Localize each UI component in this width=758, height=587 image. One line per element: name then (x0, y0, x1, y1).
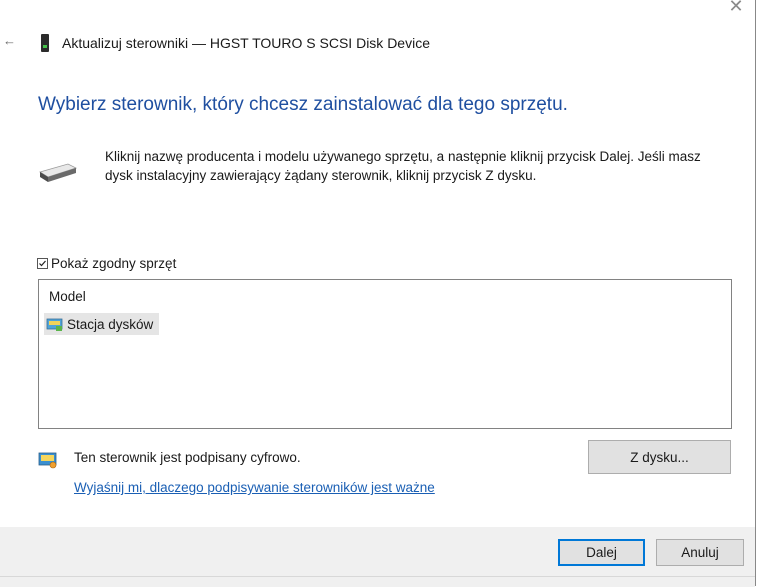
model-item-label: Stacja dysków (67, 316, 154, 332)
show-compatible-checkbox[interactable] (37, 257, 48, 269)
window-bottom-edge (0, 576, 755, 587)
model-list-item[interactable]: Stacja dysków (44, 313, 160, 335)
signed-driver-text: Ten sterownik jest podpisany cyfrowo. (74, 450, 301, 465)
update-drivers-dialog: ✕ ← Aktualizuj sterowniki — HGST TOURO S… (0, 0, 756, 587)
show-compatible-label: Pokaż zgodny sprzęt (51, 255, 177, 271)
signed-driver-icon (38, 452, 57, 469)
window-title: Aktualizuj sterowniki — HGST TOURO S SCS… (62, 35, 430, 51)
have-disk-button[interactable]: Z dysku... (588, 440, 731, 474)
cancel-button[interactable]: Anuluj (656, 539, 744, 566)
checkmark-icon (39, 260, 46, 266)
back-arrow-icon[interactable]: ← (3, 33, 17, 49)
close-icon[interactable]: ✕ (727, 0, 745, 15)
disk-drive-icon (46, 318, 63, 331)
next-button[interactable]: Dalej (558, 539, 645, 566)
page-heading: Wybierz sterownik, który chcesz zainstal… (38, 94, 568, 115)
disk-device-icon (39, 163, 78, 182)
usb-drive-icon (41, 34, 49, 52)
model-list[interactable]: Model Stacja dysków (38, 279, 732, 429)
model-column-header: Model (49, 289, 86, 304)
instructions-text: Kliknij nazwę producenta i modelu używan… (105, 149, 701, 183)
show-compatible-hardware[interactable]: Pokaż zgodny sprzęt (37, 254, 176, 272)
why-signing-important-link[interactable]: Wyjaśnij mi, dlaczego podpisywanie stero… (74, 480, 435, 495)
